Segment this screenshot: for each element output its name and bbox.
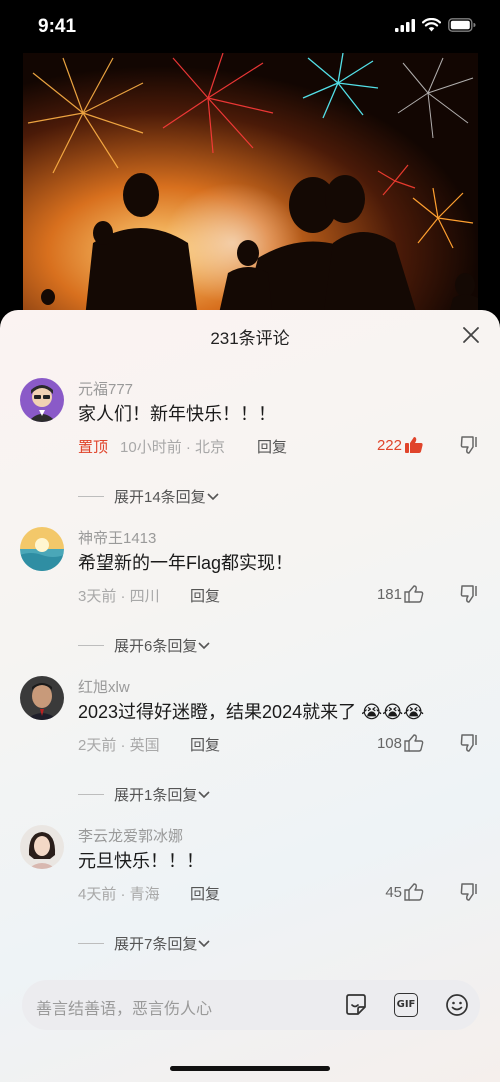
cellular-signal-icon: [395, 18, 415, 32]
like-count: 45: [385, 883, 402, 901]
thumbs-down-icon[interactable]: [460, 883, 480, 901]
avatar[interactable]: [20, 527, 64, 571]
expand-replies-label: 展开1条回复: [114, 787, 198, 804]
chevron-down-icon: [198, 790, 210, 798]
avatar[interactable]: [20, 825, 64, 869]
divider: [78, 645, 104, 646]
expand-replies-label: 展开14条回复: [114, 489, 206, 506]
comment-text: 希望新的一年Flag都实现！: [78, 553, 294, 573]
chevron-down-icon: [198, 939, 210, 947]
thumbs-up-icon: [404, 883, 424, 901]
like-count: 222: [376, 436, 402, 454]
fireworks-image: [23, 53, 478, 318]
like-button[interactable]: 181: [377, 585, 424, 603]
comment-item: 元福777 家人们！新年快乐！！！ 置顶 10小时前 · 北京 回复 222 展开…: [0, 378, 500, 508]
divider: [78, 943, 104, 944]
comment-text-body: 2023过得好迷瞪，结果2024就来了: [78, 702, 357, 722]
comment-input-placeholder[interactable]: 善言结善语，恶言伤人心: [36, 995, 212, 1019]
avatar-man-photo-icon: [20, 676, 64, 720]
crying-emoji: 😭😭😭: [361, 702, 425, 722]
comment-meta: 3天前 · 四川 回复 181: [78, 585, 480, 605]
expand-replies-label: 展开7条回复: [114, 936, 198, 953]
avatar[interactable]: [20, 378, 64, 422]
comment-input-bar[interactable]: 善言结善语，恶言伤人心 GIF: [22, 980, 480, 1030]
like-count: 108: [376, 734, 402, 752]
wifi-icon: [422, 18, 441, 32]
expand-replies[interactable]: 展开14条回复: [78, 486, 220, 507]
avatar-cartoon-man-icon: [20, 378, 64, 422]
comment-meta: 4天前 · 青海 回复 45: [78, 883, 480, 903]
comment-item: 李云龙爱郭冰娜 元旦快乐！！！ 4天前 · 青海 回复 45 展开7条回复: [0, 825, 500, 955]
reply-button[interactable]: 回复: [190, 883, 220, 904]
like-count: 181: [376, 585, 402, 603]
reply-button[interactable]: 回复: [257, 436, 287, 457]
comment-count-title: 231条评论: [210, 329, 290, 348]
comment-meta: 置顶 10小时前 · 北京 回复 222: [78, 436, 480, 456]
expand-replies[interactable]: 展开6条回复: [78, 635, 211, 656]
thumbs-up-icon: [404, 585, 424, 603]
sticker-icon[interactable]: [344, 993, 368, 1017]
comment-username[interactable]: 神帝王1413: [78, 527, 156, 548]
divider: [78, 794, 104, 795]
reply-button[interactable]: 回复: [190, 734, 220, 755]
thumbs-down-icon[interactable]: [460, 734, 480, 752]
thumbs-up-filled-icon: [405, 437, 423, 453]
comment-time-location: 3天前 · 四川: [78, 588, 160, 605]
comment-username[interactable]: 元福777: [78, 378, 133, 399]
comment-item: 神帝王1413 希望新的一年Flag都实现！ 3天前 · 四川 回复 181 展…: [0, 527, 500, 657]
emoji-icon[interactable]: [445, 993, 469, 1017]
comment-time-location: 4天前 · 青海: [78, 886, 160, 903]
comment-sheet: 231条评论 元福777 家人们！新年快乐！！！ 置顶 10小时前 · 北京 回复: [0, 310, 500, 1082]
gif-icon[interactable]: GIF: [394, 993, 418, 1017]
chevron-down-icon: [198, 641, 210, 649]
avatar[interactable]: [20, 676, 64, 720]
status-icons: [395, 18, 476, 32]
avatar-woman-photo-icon: [20, 825, 64, 869]
thumbs-up-icon: [404, 734, 424, 752]
comment-username[interactable]: 李云龙爱郭冰娜: [78, 825, 183, 846]
comment-text: 家人们！新年快乐！！！: [78, 404, 276, 424]
comment-text: 2023过得好迷瞪，结果2024就来了 😭😭😭: [78, 698, 424, 724]
thumbs-down-icon[interactable]: [460, 436, 480, 454]
close-icon[interactable]: [460, 324, 482, 346]
comment-meta: 2天前 · 英国 回复 108: [78, 734, 480, 754]
video-thumbnail[interactable]: [23, 53, 478, 318]
divider: [78, 496, 104, 497]
status-time: 9:41: [38, 16, 77, 37]
comment-text: 元旦快乐！！！: [78, 851, 204, 871]
avatar-sunset-beach-icon: [20, 527, 64, 571]
expand-replies[interactable]: 展开1条回复: [78, 784, 211, 805]
sheet-header: 231条评论: [0, 310, 500, 360]
battery-icon: [448, 18, 476, 32]
home-indicator[interactable]: [170, 1066, 330, 1071]
pinned-badge: 置顶: [78, 439, 109, 456]
chevron-down-icon: [207, 492, 219, 500]
comment-item: 红旭xlw 2023过得好迷瞪，结果2024就来了 😭😭😭 2天前 · 英国 回…: [0, 676, 500, 806]
thumbs-down-icon[interactable]: [460, 585, 480, 603]
status-bar: 9:41: [0, 0, 500, 54]
expand-replies-label: 展开6条回复: [114, 638, 198, 655]
comment-time-location: 2天前 · 英国: [78, 737, 160, 754]
like-button[interactable]: 45: [385, 883, 424, 901]
like-button[interactable]: 222: [377, 436, 424, 454]
comment-time-location: 10小时前 · 北京: [120, 439, 226, 456]
reply-button[interactable]: 回复: [190, 585, 220, 606]
comment-username[interactable]: 红旭xlw: [78, 676, 130, 697]
like-button[interactable]: 108: [377, 734, 424, 752]
expand-replies[interactable]: 展开7条回复: [78, 933, 211, 954]
